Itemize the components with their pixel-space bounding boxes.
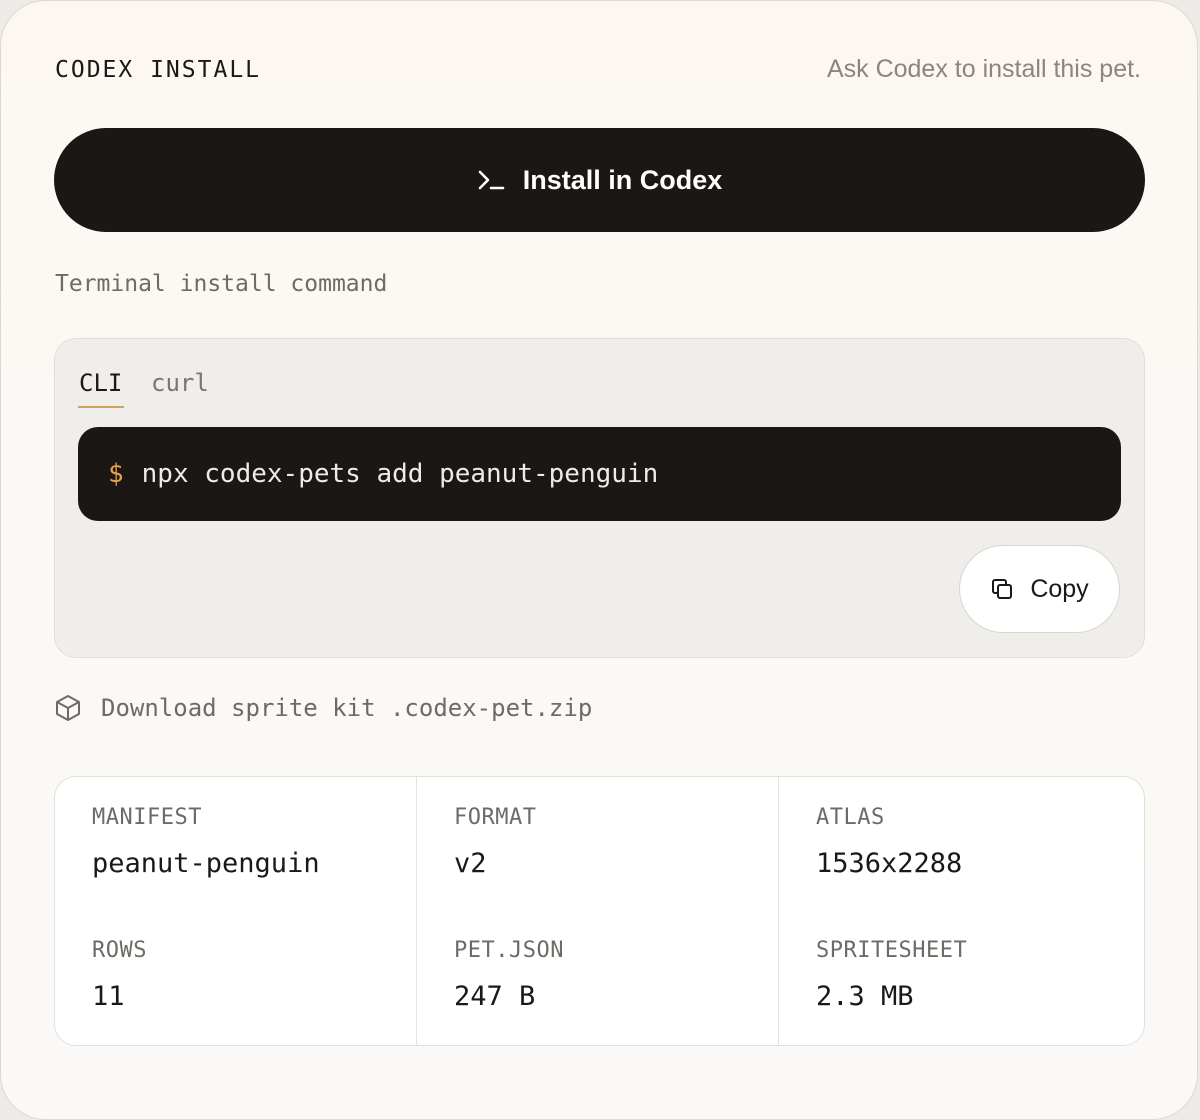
- tab-cli[interactable]: CLI: [79, 369, 122, 397]
- install-button-label: Install in Codex: [522, 164, 723, 195]
- metadata-column: FORMAT v2 PET.JSON 247 B: [417, 777, 779, 1045]
- metadata-column: MANIFEST peanut-penguin ROWS 11: [55, 777, 417, 1045]
- prompt-symbol: $: [108, 459, 124, 489]
- manifest-label: MANIFEST: [92, 805, 202, 830]
- download-label: Download sprite kit .codex-pet.zip: [101, 694, 593, 722]
- metadata-column: ATLAS 1536x2288 SPRITESHEET 2.3 MB: [779, 777, 1144, 1045]
- pet-json-field: PET.JSON 247 B: [454, 938, 564, 1012]
- copy-label: Copy: [1030, 574, 1089, 603]
- section-subtitle: Ask Codex to install this pet.: [826, 55, 1141, 83]
- install-command: npx codex-pets add peanut-penguin: [141, 459, 659, 489]
- spritesheet-field: SPRITESHEET 2.3 MB: [816, 938, 967, 1012]
- format-label: FORMAT: [454, 805, 537, 830]
- format-field: FORMAT v2: [454, 805, 536, 879]
- copy-icon: [992, 579, 1013, 599]
- spritesheet-label: SPRITESHEET: [816, 938, 968, 963]
- spritesheet-value: 2.3 MB: [816, 981, 914, 1012]
- rows-field: ROWS 11: [92, 938, 147, 1012]
- terminal-icon: [478, 170, 505, 190]
- atlas-field: ATLAS 1536x2288: [816, 805, 962, 879]
- terminal-install-label: Terminal install command: [55, 271, 388, 297]
- atlas-value: 1536x2288: [816, 848, 963, 879]
- active-tab-indicator: [78, 406, 124, 408]
- metadata-grid: MANIFEST peanut-penguin ROWS 11 FORMAT v…: [54, 776, 1145, 1046]
- rows-label: ROWS: [92, 938, 147, 963]
- codex-install-card: CODEX INSTALL Ask Codex to install this …: [0, 0, 1198, 1120]
- package-icon: [56, 695, 80, 721]
- section-title: CODEX INSTALL: [55, 57, 262, 83]
- manifest-field: MANIFEST peanut-penguin: [92, 805, 320, 879]
- command-panel: CLI curl $ npx codex-pets add peanut-pen…: [54, 338, 1145, 658]
- atlas-label: ATLAS: [816, 805, 885, 830]
- install-in-codex-button[interactable]: Install in Codex: [54, 128, 1145, 232]
- download-sprite-kit-link[interactable]: Download sprite kit .codex-pet.zip: [55, 694, 592, 722]
- tab-curl[interactable]: curl: [151, 369, 209, 397]
- manifest-value: peanut-penguin: [92, 848, 320, 879]
- command-box[interactable]: $ npx codex-pets add peanut-penguin: [78, 427, 1121, 521]
- pet-json-value: 247 B: [454, 981, 536, 1012]
- copy-button[interactable]: Copy: [959, 545, 1120, 633]
- format-value: v2: [454, 848, 487, 879]
- pet-json-label: PET.JSON: [454, 938, 564, 963]
- rows-value: 11: [92, 981, 125, 1012]
